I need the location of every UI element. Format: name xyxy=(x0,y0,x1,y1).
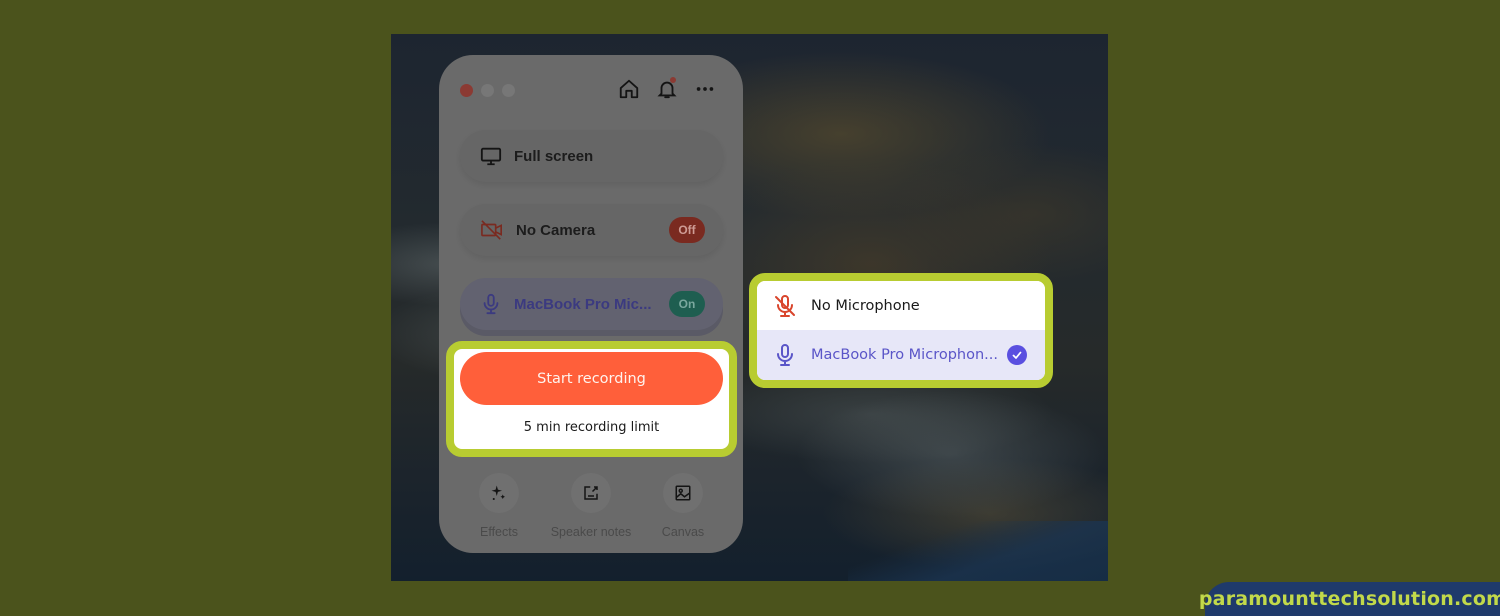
mic-option-none[interactable]: No Microphone xyxy=(757,281,1045,331)
notification-badge xyxy=(670,77,676,83)
mic-option-macbook[interactable]: MacBook Pro Microphon... xyxy=(757,330,1045,380)
microphone-selector[interactable]: MacBook Pro Mic... On xyxy=(460,278,723,330)
watermark-badge: paramounttechsolution.com xyxy=(1199,582,1500,616)
microphone-icon xyxy=(483,293,499,315)
more-options-icon[interactable] xyxy=(693,77,717,101)
microphone-dropdown: No Microphone MacBook Pro Microphon... xyxy=(749,273,1053,388)
microphone-label: MacBook Pro Mic... xyxy=(514,295,652,313)
monitor-icon xyxy=(480,147,502,166)
mic-option-none-label: No Microphone xyxy=(811,298,920,314)
selected-check-icon xyxy=(1007,345,1027,365)
effects-button[interactable]: Effects xyxy=(453,473,545,539)
window-controls xyxy=(460,84,515,97)
home-icon[interactable] xyxy=(617,77,641,101)
camera-off-icon xyxy=(481,220,502,240)
close-window-button[interactable] xyxy=(460,84,473,97)
microphone-off-icon xyxy=(775,295,795,317)
effects-sparkle-icon xyxy=(491,485,505,501)
maximize-window-button[interactable] xyxy=(502,84,515,97)
camera-selector[interactable]: No Camera Off xyxy=(460,204,723,256)
screen-source-selector[interactable]: Full screen xyxy=(460,130,723,182)
microphone-icon xyxy=(777,344,793,366)
start-recording-button[interactable]: Start recording xyxy=(460,352,723,405)
camera-toggle[interactable]: Off xyxy=(669,217,705,243)
record-card-highlight: Start recording 5 min recording limit xyxy=(446,341,737,457)
canvas-button[interactable]: Canvas xyxy=(637,473,729,539)
panel-tools: Effects Speaker notes Canvas xyxy=(439,473,743,539)
watermark-text: paramounttechsolution.com xyxy=(1198,588,1500,610)
recording-limit-text: 5 min recording limit xyxy=(523,420,660,435)
mic-option-macbook-label: MacBook Pro Microphon... xyxy=(811,347,998,363)
microphone-toggle[interactable]: On xyxy=(669,291,705,317)
speaker-notes-icon xyxy=(584,486,598,500)
background-sea xyxy=(848,521,1108,581)
screen-source-label: Full screen xyxy=(514,147,594,165)
minimize-window-button[interactable] xyxy=(481,84,494,97)
bell-icon[interactable] xyxy=(655,77,679,101)
effects-label: Effects xyxy=(480,525,518,539)
recorder-panel: Full screen No Camera Off MacBook Pro Mi… xyxy=(439,55,743,553)
speaker-notes-label: Speaker notes xyxy=(550,525,632,539)
canvas-image-icon xyxy=(675,485,691,501)
speaker-notes-button[interactable]: Speaker notes xyxy=(545,473,637,539)
canvas-label: Canvas xyxy=(661,525,705,539)
camera-label: No Camera xyxy=(516,221,596,239)
panel-toolbar xyxy=(617,77,717,101)
